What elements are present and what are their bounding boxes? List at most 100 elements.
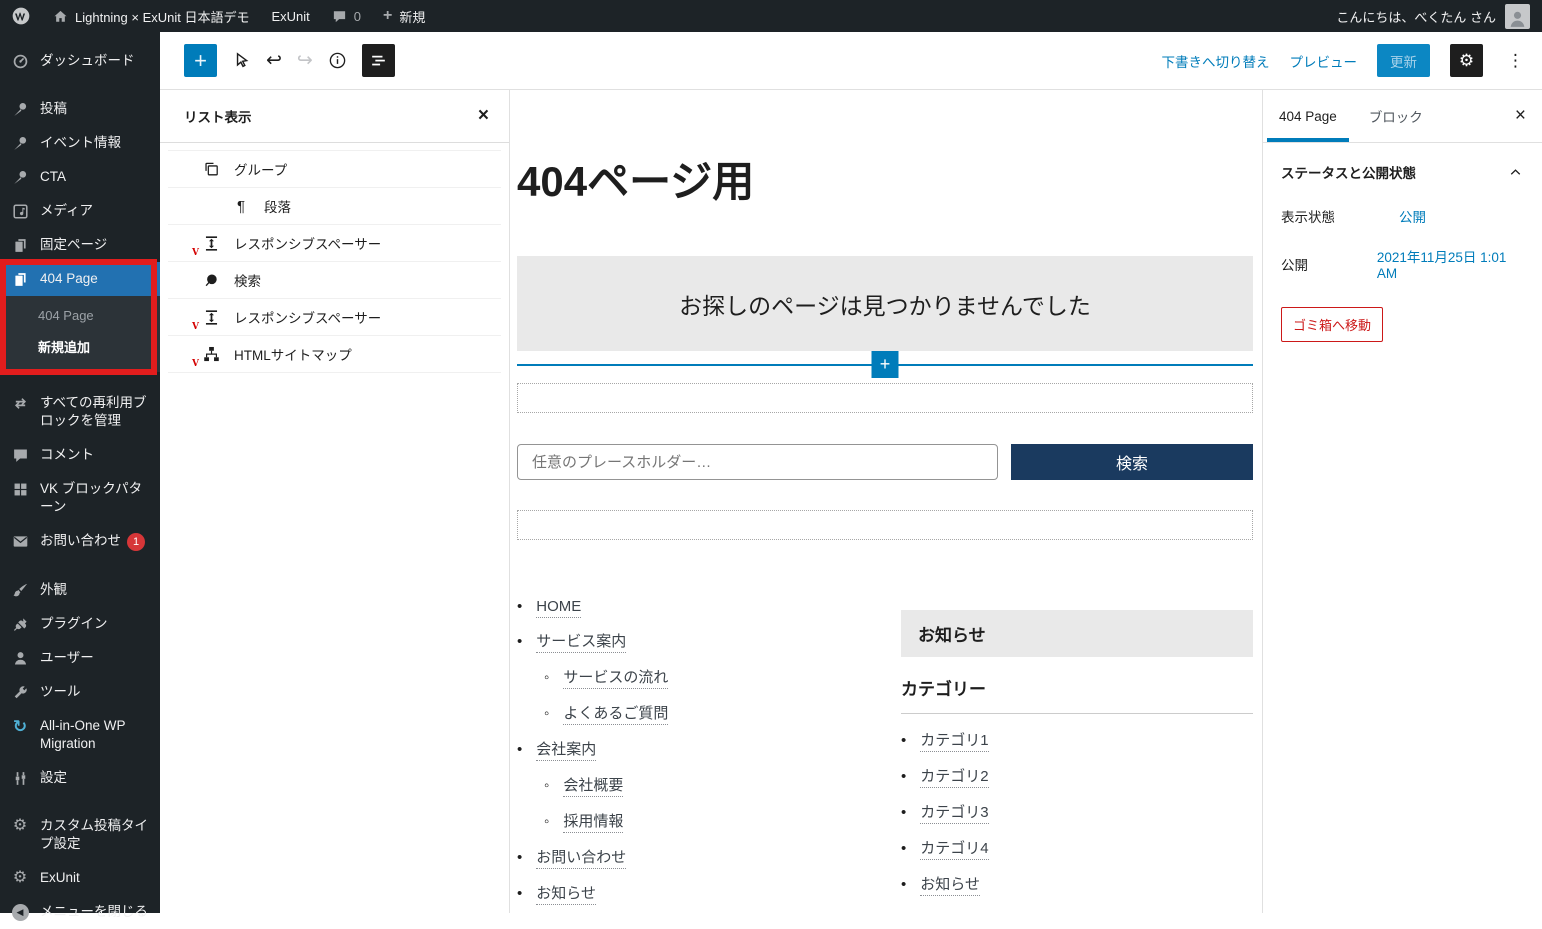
sidebar-item-reusable-blocks[interactable]: すべての再利用ブロックを管理 bbox=[0, 386, 160, 438]
sitemap-link-service-flow[interactable]: サービスの流れ bbox=[563, 669, 668, 689]
sidebar-item-events[interactable]: イベント情報 bbox=[0, 126, 160, 160]
list-view-item-responsive-spacer[interactable]: V レスポンシブスペーサー bbox=[168, 299, 501, 336]
pages-icon bbox=[10, 270, 30, 288]
submenu-item-404page-list[interactable]: 404 Page bbox=[0, 301, 160, 330]
undo-button[interactable]: ↩ bbox=[266, 49, 282, 72]
status-visibility-section-header[interactable]: ステータスと公開状態 bbox=[1263, 143, 1542, 196]
responsive-spacer-block[interactable] bbox=[517, 383, 1253, 413]
comments-menu[interactable]: 0 bbox=[321, 0, 372, 32]
tab-block[interactable]: ブロック bbox=[1353, 90, 1439, 142]
plugin-icon bbox=[10, 615, 30, 633]
sidebar-item-migration[interactable]: ↻ All-in-One WP Migration bbox=[0, 709, 160, 761]
menu-separator bbox=[0, 795, 160, 809]
exunit-menu[interactable]: ExUnit bbox=[261, 0, 321, 32]
user-greeting[interactable]: こんにちは、べくたん さん bbox=[1336, 7, 1496, 26]
sidebar-item-contact[interactable]: お問い合わせ1 bbox=[0, 524, 160, 559]
sidebar-item-comments[interactable]: コメント bbox=[0, 438, 160, 472]
sidebar-item-exunit[interactable]: ⚙ ExUnit bbox=[0, 861, 160, 895]
block-patterns-icon bbox=[10, 480, 30, 498]
media-icon bbox=[10, 202, 30, 220]
publish-label: 公開 bbox=[1281, 254, 1377, 274]
sidebar-item-dashboard[interactable]: ダッシュボード bbox=[0, 44, 160, 78]
move-to-trash-button[interactable]: ゴミ箱へ移動 bbox=[1281, 307, 1383, 342]
category-link-news[interactable]: お知らせ bbox=[920, 876, 980, 896]
sidebar-item-tools[interactable]: ツール bbox=[0, 675, 160, 709]
sidebar-item-settings[interactable]: 設定 bbox=[0, 761, 160, 795]
news-heading-box: お知らせ bbox=[901, 610, 1253, 657]
sitemap-link-faq[interactable]: よくあるご質問 bbox=[563, 705, 668, 725]
details-button[interactable] bbox=[328, 51, 347, 70]
sitemap-link-contact[interactable]: お問い合わせ bbox=[536, 849, 626, 869]
category-link-4[interactable]: カテゴリ4 bbox=[920, 840, 988, 860]
preview-link[interactable]: プレビュー bbox=[1290, 51, 1358, 71]
sidebar-item-users[interactable]: ユーザー bbox=[0, 641, 160, 675]
switch-to-draft-link[interactable]: 下書きへ切り替え bbox=[1162, 51, 1270, 71]
chevron-up-icon bbox=[1507, 164, 1524, 181]
avatar[interactable] bbox=[1505, 4, 1530, 29]
publish-date-button[interactable]: 2021年11月25日 1:01 AM bbox=[1377, 246, 1524, 281]
list-view-item-responsive-spacer[interactable]: V レスポンシブスペーサー bbox=[168, 225, 501, 262]
category-link-1[interactable]: カテゴリ1 bbox=[920, 732, 988, 752]
sidebar-item-appearance[interactable]: 外観 bbox=[0, 573, 160, 607]
list-view-item-search[interactable]: 検索 bbox=[168, 262, 501, 299]
page-title[interactable]: 404ページ用 bbox=[517, 158, 1253, 206]
category-link-3[interactable]: カテゴリ3 bbox=[920, 804, 988, 824]
pin-icon bbox=[10, 134, 30, 152]
appearance-icon bbox=[10, 581, 30, 599]
wordpress-logo-menu[interactable] bbox=[0, 0, 42, 32]
sidebar-item-custom-post-type[interactable]: ⚙ カスタム投稿タイプ設定 bbox=[0, 809, 160, 861]
sitemap-link-company-overview[interactable]: 会社概要 bbox=[563, 777, 623, 797]
comment-icon bbox=[10, 446, 30, 464]
not-found-message-block[interactable]: お探しのページは見つかりませんでした bbox=[517, 256, 1253, 351]
sidebar-item-404page[interactable]: 404 Page bbox=[0, 262, 160, 296]
list-view-close-button[interactable]: × bbox=[478, 105, 489, 127]
visibility-label: 表示状態 bbox=[1281, 206, 1399, 226]
sidebar-submenu-404page: 404 Page 新規追加 bbox=[0, 296, 160, 372]
sitemap-link-services[interactable]: サービス案内 bbox=[536, 633, 626, 653]
settings-close-button[interactable]: × bbox=[1499, 90, 1542, 142]
options-menu-button[interactable]: ⋮ bbox=[1503, 51, 1528, 71]
tab-document[interactable]: 404 Page bbox=[1263, 90, 1353, 142]
settings-sliders-icon bbox=[10, 769, 30, 787]
new-content-menu[interactable]: + 新規 bbox=[372, 0, 436, 32]
submenu-item-add-new[interactable]: 新規追加 bbox=[0, 330, 160, 363]
sitemap-link-recruit[interactable]: 採用情報 bbox=[563, 813, 623, 833]
sidebar-item-cta[interactable]: CTA bbox=[0, 160, 160, 194]
tools-icon bbox=[10, 683, 30, 701]
sitemap-link-news[interactable]: お知らせ bbox=[536, 885, 596, 905]
visibility-value-button[interactable]: 公開 bbox=[1399, 206, 1426, 226]
sidebar-item-collapse-menu[interactable]: ◀ メニューを閉じる bbox=[0, 895, 160, 929]
html-sitemap-block: HOME サービス案内 サービスの流れ よくあるご質問 会社案内 会社概要 採用… bbox=[517, 598, 1253, 913]
admin-top-bar: Lightning × ExUnit 日本語デモ ExUnit 0 + 新規 こ… bbox=[0, 0, 1542, 32]
sidebar-item-vk-block-patterns[interactable]: VK ブロックパターン bbox=[0, 472, 160, 524]
settings-sidebar: 404 Page ブロック × ステータスと公開状態 表示状態 公開 公開 20… bbox=[1262, 90, 1542, 913]
sitemap-link-company[interactable]: 会社案内 bbox=[536, 741, 596, 761]
list-view-toggle-button[interactable] bbox=[362, 44, 395, 77]
inline-inserter-button[interactable]: + bbox=[872, 351, 899, 378]
list-view-item-html-sitemap[interactable]: V HTMLサイトマップ bbox=[168, 336, 501, 373]
settings-toggle-button[interactable]: ⚙ bbox=[1450, 44, 1483, 77]
search-button[interactable]: 検索 bbox=[1011, 444, 1253, 480]
sidebar-item-posts[interactable]: 投稿 bbox=[0, 92, 160, 126]
site-name-menu[interactable]: Lightning × ExUnit 日本語デモ bbox=[42, 0, 261, 32]
settings-tabs: 404 Page ブロック × bbox=[1263, 90, 1542, 143]
search-block-icon bbox=[200, 271, 222, 290]
search-input[interactable] bbox=[517, 444, 998, 480]
sidebar-item-media[interactable]: メディア bbox=[0, 194, 160, 228]
responsive-spacer-block[interactable] bbox=[517, 510, 1253, 540]
sidebar-item-pages[interactable]: 固定ページ bbox=[0, 228, 160, 262]
list-view-panel: リスト表示 × グループ ¶ 段落 V レスポンシブスペーサー 検索 bbox=[160, 90, 510, 913]
publish-row: 公開 2021年11月25日 1:01 AM bbox=[1263, 236, 1542, 291]
category-link-2[interactable]: カテゴリ2 bbox=[920, 768, 988, 788]
sitemap-pages-column: HOME サービス案内 サービスの流れ よくあるご質問 会社案内 会社概要 採用… bbox=[517, 598, 901, 913]
redo-button[interactable]: ↪ bbox=[297, 49, 313, 72]
update-button[interactable]: 更新 bbox=[1377, 44, 1430, 77]
plus-icon: + bbox=[383, 7, 392, 25]
block-inserter-button[interactable]: + bbox=[184, 44, 217, 77]
menu-separator bbox=[0, 372, 160, 386]
list-view-item-paragraph[interactable]: ¶ 段落 bbox=[168, 188, 501, 225]
list-view-item-group[interactable]: グループ bbox=[168, 151, 501, 188]
select-tool-button[interactable] bbox=[232, 51, 251, 70]
sitemap-link-home[interactable]: HOME bbox=[536, 598, 581, 618]
sidebar-item-plugins[interactable]: プラグイン bbox=[0, 607, 160, 641]
